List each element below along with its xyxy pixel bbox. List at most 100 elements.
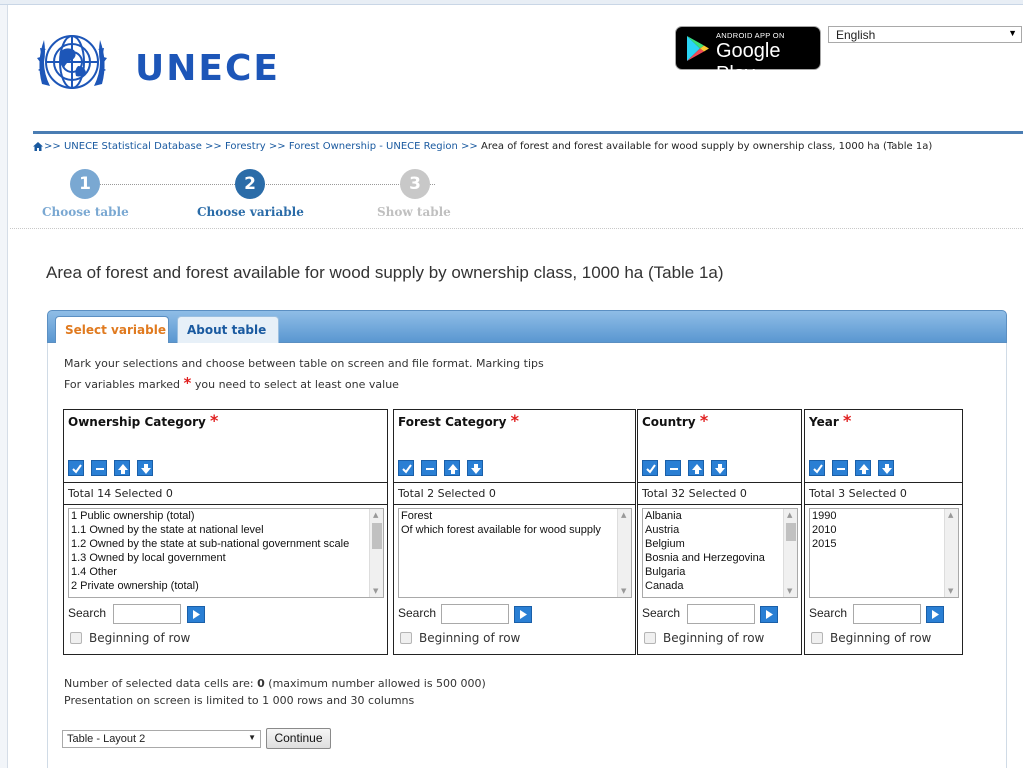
search-go-button[interactable] [187, 606, 205, 623]
list-option[interactable]: 1.1 Owned by the state at national level [69, 523, 383, 537]
deselect-all-icon[interactable] [665, 460, 682, 476]
continue-button[interactable]: Continue [266, 728, 331, 749]
list-option[interactable]: 1990 [810, 509, 958, 523]
variable-listbox[interactable]: 1990 2010 2015 ▲ ▼ [809, 508, 959, 598]
required-star-icon: * [510, 411, 519, 430]
variable-box-ownership-category: Ownership Category * Total 14 Selected 0… [63, 409, 388, 655]
list-option[interactable]: 1.4 Other [69, 565, 383, 579]
listbox-scrollbar[interactable]: ▲ ▼ [783, 509, 797, 597]
sort-descending-icon[interactable] [711, 460, 728, 476]
sort-descending-icon[interactable] [878, 460, 895, 476]
google-play-icon [687, 36, 709, 61]
search-input[interactable] [853, 604, 921, 624]
list-option[interactable]: Bosnia and Herzegovina [643, 551, 797, 565]
list-option[interactable]: 1.2 Owned by the state at sub-national g… [69, 537, 383, 551]
select-all-icon[interactable] [398, 460, 414, 476]
tab-select-variable[interactable]: Select variable [55, 316, 169, 343]
variable-listbox[interactable]: 1 Public ownership (total) 1.1 Owned by … [68, 508, 384, 598]
scroll-down-icon[interactable]: ▼ [948, 587, 953, 595]
home-icon[interactable] [33, 142, 43, 151]
scroll-down-icon[interactable]: ▼ [787, 587, 792, 595]
breadcrumb-link-forestry[interactable]: Forestry [225, 141, 266, 152]
list-option[interactable]: 2015 [810, 537, 958, 551]
breadcrumb-link-forest-ownership[interactable]: Forest Ownership - UNECE Region [289, 141, 458, 152]
selected-cells-info: Number of selected data cells are: 0 (ma… [64, 677, 486, 690]
list-option[interactable]: Belgium [643, 537, 797, 551]
layout-selected-value: Table - Layout 2 [67, 733, 146, 745]
variable-listbox[interactable]: Albania Austria Belgium Bosnia and Herze… [642, 508, 798, 598]
beginning-of-row-checkbox[interactable] [70, 632, 82, 644]
list-option[interactable]: Austria [643, 523, 797, 537]
step-1-circle[interactable]: 1 [70, 169, 100, 199]
required-star-icon: * [842, 411, 852, 430]
scrollbar-thumb[interactable] [372, 523, 382, 549]
steps-divider [10, 228, 1023, 229]
variable-title: Forest Category [398, 415, 507, 429]
language-select[interactable]: English ▼ [828, 26, 1022, 43]
layout-select[interactable]: Table - Layout 2 ▼ [62, 730, 261, 748]
sort-descending-icon[interactable] [467, 460, 484, 476]
scroll-up-icon[interactable]: ▲ [621, 511, 626, 519]
beginning-of-row-label: Beginning of row [419, 631, 521, 645]
breadcrumb-bar [33, 131, 1023, 134]
selection-buttons [68, 460, 155, 476]
search-input[interactable] [113, 604, 181, 624]
search-go-button[interactable] [926, 606, 944, 623]
sort-ascending-icon[interactable] [688, 460, 705, 476]
variable-listbox[interactable]: Forest Of which forest available for woo… [398, 508, 632, 598]
list-option[interactable]: 1.3 Owned by local government [69, 551, 383, 565]
search-go-button[interactable] [514, 606, 532, 623]
sort-descending-icon[interactable] [137, 460, 154, 476]
chevron-down-icon: ▼ [248, 733, 256, 742]
step-1-label[interactable]: Choose table [42, 205, 129, 219]
selection-buttons [809, 460, 896, 476]
scroll-up-icon[interactable]: ▲ [787, 511, 792, 519]
variable-box-forest-category: Forest Category * Total 2 Selected 0 For… [393, 409, 636, 655]
language-selected-value: English [836, 28, 876, 42]
tab-about-table[interactable]: About table [177, 316, 279, 343]
scroll-up-icon[interactable]: ▲ [948, 511, 953, 519]
search-input[interactable] [687, 604, 755, 624]
listbox-scrollbar[interactable]: ▲ ▼ [617, 509, 631, 597]
google-play-badge[interactable]: ANDROID APP ON Google Play [675, 26, 821, 85]
list-option[interactable]: 1 Public ownership (total) [69, 509, 383, 523]
search-input[interactable] [441, 604, 509, 624]
instructions-line-2: For variables marked * you need to selec… [64, 374, 399, 392]
beginning-of-row-checkbox[interactable] [400, 632, 412, 644]
selected-cells-suffix: (maximum number allowed is 500 000) [268, 677, 486, 690]
unece-logo[interactable]: UNECE [32, 22, 332, 102]
beginning-of-row-checkbox[interactable] [644, 632, 656, 644]
breadcrumb-link-database[interactable]: UNECE Statistical Database [64, 141, 202, 152]
deselect-all-icon[interactable] [832, 460, 849, 476]
select-all-icon[interactable] [642, 460, 658, 476]
list-option[interactable]: 2 Private ownership (total) [69, 579, 383, 593]
instructions-line-1: Mark your selections and choose between … [64, 357, 544, 370]
sort-ascending-icon[interactable] [855, 460, 872, 476]
listbox-scrollbar[interactable]: ▲ ▼ [944, 509, 958, 597]
select-all-icon[interactable] [809, 460, 825, 476]
variable-box-country: Country * Total 32 Selected 0 Albania Au… [637, 409, 802, 655]
breadcrumb-separator: >> [44, 141, 61, 152]
deselect-all-icon[interactable] [421, 460, 438, 476]
list-option[interactable]: Canada [643, 579, 797, 593]
scrollbar-thumb[interactable] [786, 523, 796, 541]
variable-header: Year * [809, 413, 851, 430]
listbox-scrollbar[interactable]: ▲ ▼ [369, 509, 383, 597]
search-go-button[interactable] [760, 606, 778, 623]
deselect-all-icon[interactable] [91, 460, 108, 476]
sort-ascending-icon[interactable] [114, 460, 131, 476]
list-option[interactable]: Forest [399, 509, 631, 523]
logo-text: UNECE [135, 48, 280, 89]
sort-ascending-icon[interactable] [444, 460, 461, 476]
list-option[interactable]: Of which forest available for wood suppl… [399, 523, 631, 537]
scroll-down-icon[interactable]: ▼ [621, 587, 626, 595]
list-option[interactable]: 2010 [810, 523, 958, 537]
beginning-of-row-checkbox[interactable] [811, 632, 823, 644]
select-all-icon[interactable] [68, 460, 84, 476]
un-emblem-icon [37, 35, 107, 89]
list-option[interactable]: Albania [643, 509, 797, 523]
search-label: Search [642, 606, 681, 620]
scroll-up-icon[interactable]: ▲ [373, 511, 378, 519]
list-option[interactable]: Bulgaria [643, 565, 797, 579]
scroll-down-icon[interactable]: ▼ [373, 587, 378, 595]
